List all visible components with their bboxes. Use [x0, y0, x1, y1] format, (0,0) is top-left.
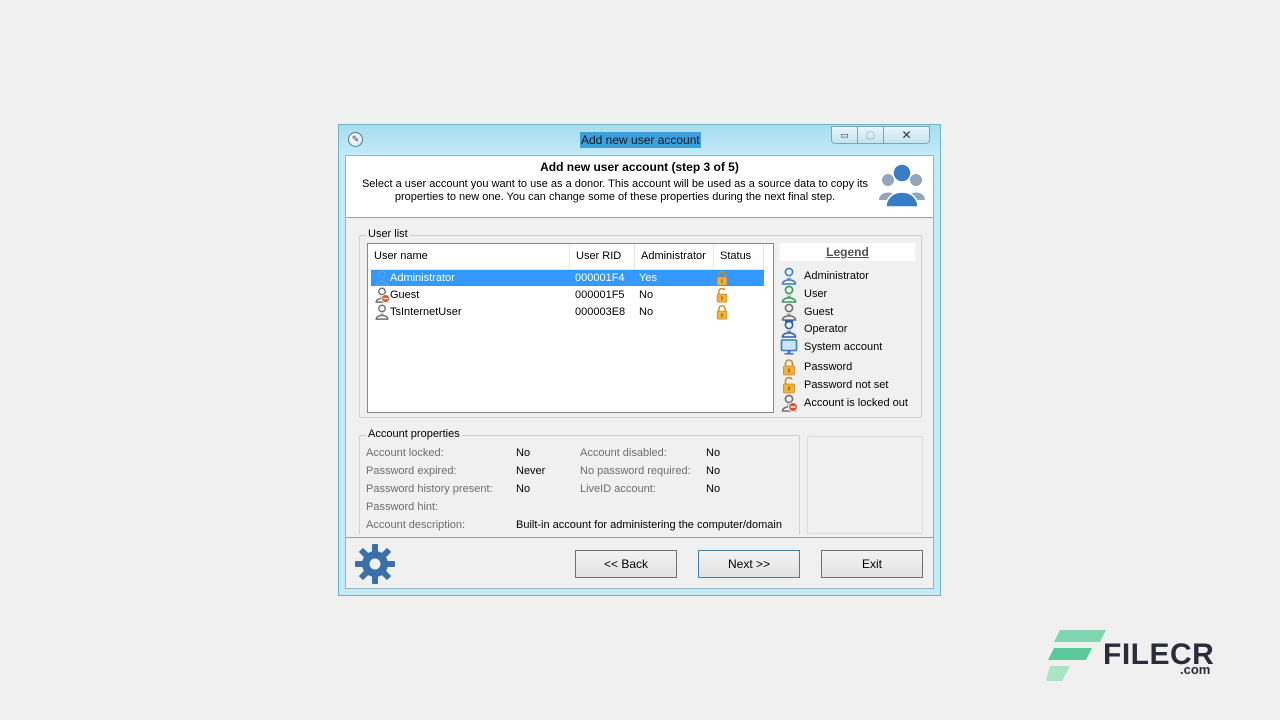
app-icon[interactable]: ✎: [348, 132, 363, 147]
cell-administrator: Yes: [639, 272, 657, 284]
next-button[interactable]: Next >>: [698, 550, 800, 578]
filecr-logo-icon: [1046, 630, 1106, 681]
wizard-header: Add new user account (step 3 of 5) Selec…: [346, 156, 933, 218]
table-row[interactable]: TsInternetUser 000003E8 No: [371, 304, 764, 320]
account-picture-box: [807, 436, 923, 534]
user-icon: [780, 285, 798, 303]
password-expired-value: Never: [516, 465, 546, 477]
caption-buttons: ▭ ▢ ✕: [831, 126, 930, 145]
title-bar[interactable]: ✎ Add new user account ▭ ▢ ✕: [339, 125, 940, 155]
password-icon: [714, 304, 730, 320]
no-password-required-value: No: [706, 465, 721, 477]
legend-label: Operator: [804, 323, 848, 335]
cell-administrator: No: [639, 306, 654, 318]
gear-icon: [355, 544, 395, 584]
back-button[interactable]: << Back: [575, 550, 677, 578]
account-locked-out-icon: [780, 394, 798, 412]
no-password-required-label: No password required:: [580, 465, 691, 477]
table-row[interactable]: Guest 000001F5 No: [371, 287, 764, 303]
cell-user-name: TsInternetUser: [390, 306, 462, 318]
cell-user-name: Guest: [390, 289, 420, 301]
cell-administrator: No: [639, 289, 654, 301]
password-history-label: Password history present:: [366, 483, 493, 495]
legend-label: Guest: [804, 306, 834, 318]
maximize-button[interactable]: ▢: [858, 126, 884, 144]
account-locked-label: Account locked:: [366, 447, 444, 459]
maximize-icon: ▢: [865, 129, 876, 141]
close-icon: ✕: [901, 128, 912, 142]
guest-icon: [374, 304, 390, 320]
account-disabled-value: No: [706, 447, 721, 459]
column-user-name[interactable]: User name: [368, 244, 570, 269]
footer-divider: [346, 537, 933, 538]
account-properties-label: Account properties: [366, 428, 462, 440]
minimize-button[interactable]: ▭: [831, 126, 858, 144]
password-not-set-icon: [780, 376, 798, 394]
legend-panel: Legend Administrator User Guest Operator…: [780, 243, 915, 413]
add-user-window: ✎ Add new user account ▭ ▢ ✕ Add new use…: [338, 124, 941, 596]
account-description-label: Account description:: [366, 519, 466, 531]
legend-label: Account is locked out: [804, 397, 908, 409]
password-expired-label: Password expired:: [366, 465, 457, 477]
column-user-rid[interactable]: User RID: [570, 244, 635, 269]
user-group-icon: [879, 163, 925, 208]
account-description-value: Built-in account for administering the c…: [516, 519, 782, 531]
exit-button[interactable]: Exit: [821, 550, 923, 578]
guest-locked-icon: [374, 287, 390, 303]
watermark: FILECR .com: [1046, 628, 1216, 682]
liveid-label: LiveID account:: [580, 483, 656, 495]
column-status[interactable]: Status: [714, 244, 764, 269]
cell-user-rid: 000003E8: [575, 306, 626, 318]
legend-title: Legend: [780, 243, 915, 261]
list-header: User name User RID Administrator Status: [368, 244, 764, 270]
password-icon: [714, 270, 730, 286]
operator-icon: [780, 320, 798, 338]
minimize-icon: ▭: [840, 129, 849, 140]
legend-label: System account: [804, 341, 883, 353]
window-title: Add new user account: [580, 132, 701, 148]
legend-label: Password: [804, 361, 853, 373]
legend-label: User: [804, 288, 828, 300]
table-row[interactable]: Administrator 000001F4 Yes: [371, 270, 764, 286]
account-locked-value: No: [516, 447, 531, 459]
close-button[interactable]: ✕: [884, 126, 930, 144]
password-icon: [780, 358, 798, 376]
liveid-value: No: [706, 483, 721, 495]
user-list-view[interactable]: User name User RID Administrator Status …: [367, 243, 774, 413]
legend-label: Administrator: [804, 270, 869, 282]
cell-user-rid: 000001F5: [575, 289, 625, 301]
password-history-value: No: [516, 483, 531, 495]
user-list-label: User list: [366, 228, 410, 240]
cell-user-name: Administrator: [390, 272, 455, 284]
system-account-icon: [780, 338, 798, 356]
password-hint-label: Password hint:: [366, 501, 439, 513]
account-disabled-label: Account disabled:: [580, 447, 667, 459]
password-not-set-icon: [714, 287, 730, 303]
step-description: Select a user account you want to use as…: [361, 178, 869, 203]
dialog-client: Add new user account (step 3 of 5) Selec…: [345, 155, 934, 589]
watermark-suffix: .com: [1180, 662, 1211, 677]
administrator-icon: [780, 267, 798, 285]
column-administrator[interactable]: Administrator: [635, 244, 714, 269]
guest-icon: [780, 303, 798, 321]
cell-user-rid: 000001F4: [575, 272, 625, 284]
legend-label: Password not set: [804, 379, 889, 391]
administrator-icon: [374, 270, 390, 286]
step-title: Add new user account (step 3 of 5): [540, 160, 739, 174]
